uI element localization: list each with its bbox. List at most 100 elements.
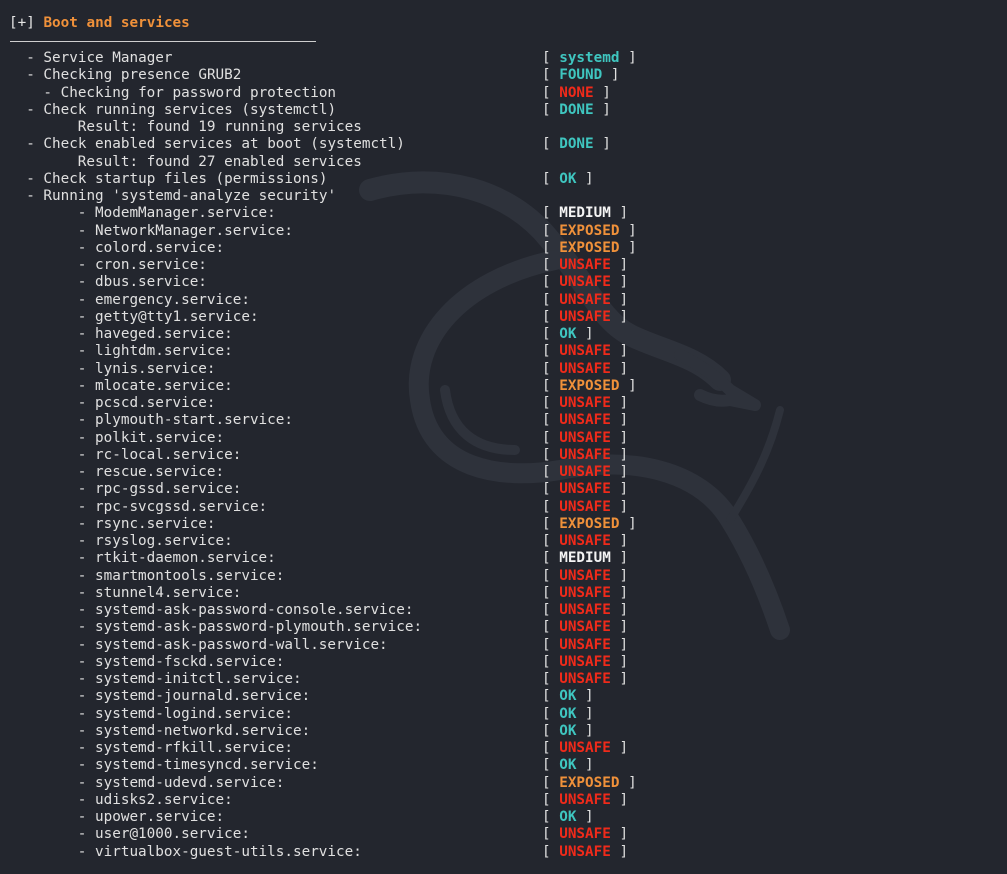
audit-row-label: - getty@tty1.service:	[77, 308, 259, 325]
audit-row-status: [ OK ]	[542, 757, 594, 774]
status-close-bracket: ]	[576, 722, 594, 739]
audit-row-status: [ UNSAFE ]	[542, 499, 628, 516]
audit-row: - systemd-timesyncd.service: [ OK ]	[0, 757, 1007, 774]
audit-row-label: Result: found 19 running services	[77, 119, 362, 135]
audit-row-label: - smartmontools.service:	[77, 567, 285, 584]
status-close-bracket: ]	[610, 498, 629, 515]
audit-row-status: [ UNSAFE ]	[542, 740, 628, 757]
status-open-bracket: [	[542, 326, 560, 342]
status-open-bracket: [	[542, 360, 560, 377]
audit-row-label: - systemd-initctl.service:	[77, 671, 302, 687]
audit-row-label: - systemd-journald.service:	[77, 688, 311, 705]
status-open-bracket: [	[542, 533, 560, 549]
status-close-bracket: ]	[602, 67, 620, 84]
audit-row-label: - systemd-fsckd.service:	[77, 653, 285, 670]
audit-row: - rpc-svcgssd.service: [ UNSAFE ]	[0, 499, 1007, 516]
status-close-bracket: ]	[619, 515, 637, 532]
status-open-bracket: [	[542, 343, 560, 360]
status-close-bracket: ]	[610, 308, 629, 325]
status-badge: UNSAFE	[559, 791, 611, 808]
status-close-bracket: ]	[619, 239, 637, 256]
audit-row-label: - Service Manager	[26, 50, 173, 66]
status-close-bracket: ]	[576, 757, 594, 774]
status-open-bracket: [	[542, 205, 560, 222]
audit-row-label: - virtualbox-guest-utils.service:	[77, 843, 362, 860]
audit-row: - systemd-ask-password-wall.service: [ UN…	[0, 637, 1007, 654]
status-badge: UNSAFE	[559, 602, 611, 618]
status-open-bracket: [	[542, 843, 560, 860]
status-close-bracket: ]	[610, 671, 629, 687]
status-close-bracket: ]	[610, 791, 629, 808]
audit-row: - pcscd.service: [ UNSAFE ]	[0, 395, 1007, 412]
audit-row: - Check enabled services at boot (system…	[0, 136, 1007, 153]
audit-row: - cron.service: [ UNSAFE ]	[0, 257, 1007, 274]
status-badge: MEDIUM	[559, 205, 611, 222]
audit-row: Result: found 19 running services	[0, 119, 1007, 136]
status-close-bracket: ]	[610, 274, 629, 291]
audit-row: - stunnel4.service: [ UNSAFE ]	[0, 585, 1007, 602]
audit-row: - rsyslog.service: [ UNSAFE ]	[0, 533, 1007, 550]
status-open-bracket: [	[542, 50, 560, 66]
status-badge: UNSAFE	[559, 257, 611, 273]
audit-row: - Check startup files (permissions) [ OK …	[0, 171, 1007, 188]
audit-row-status: [ UNSAFE ]	[542, 361, 628, 378]
audit-row: - colord.service: [ EXPOSED ]	[0, 240, 1007, 257]
status-open-bracket: [	[542, 498, 560, 515]
status-badge: UNSAFE	[559, 464, 611, 480]
status-open-bracket: [	[542, 636, 560, 653]
audit-row-status: [ UNSAFE ]	[542, 395, 628, 412]
status-open-bracket: [	[542, 464, 560, 480]
status-close-bracket: ]	[610, 395, 629, 411]
audit-row-status: [ UNSAFE ]	[542, 533, 628, 550]
status-close-bracket: ]	[576, 170, 594, 187]
status-open-bracket: [	[542, 809, 560, 825]
audit-row-status: [ EXPOSED ]	[542, 223, 637, 240]
audit-row-label: - pcscd.service:	[77, 395, 216, 411]
audit-row: - rc-local.service: [ UNSAFE ]	[0, 447, 1007, 464]
audit-row-label: - Check startup files (permissions)	[26, 170, 328, 187]
status-badge: MEDIUM	[559, 550, 611, 567]
audit-row: - systemd-logind.service: [ OK ]	[0, 706, 1007, 723]
audit-row-status: [ UNSAFE ]	[542, 430, 628, 447]
audit-row: - plymouth-start.service: [ UNSAFE ]	[0, 412, 1007, 429]
audit-row: Result: found 27 enabled services	[0, 154, 1007, 171]
audit-row-status: [ UNSAFE ]	[542, 292, 628, 309]
status-close-bracket: ]	[610, 584, 629, 601]
status-open-bracket: [	[542, 377, 560, 394]
section-prefix: [+]	[9, 15, 35, 31]
audit-row-label: - systemd-logind.service:	[77, 705, 293, 722]
audit-row-label: - rpc-svcgssd.service:	[77, 498, 268, 515]
status-close-bracket: ]	[593, 84, 611, 101]
audit-row-label: - lynis.service:	[77, 360, 216, 377]
audit-row-label: Result: found 27 enabled services	[77, 153, 362, 170]
terminal-output: [+] Boot and services - Service Manager […	[0, 0, 1007, 874]
status-badge: DONE	[559, 101, 594, 118]
audit-row-status: [ EXPOSED ]	[542, 775, 637, 792]
audit-row: - systemd-udevd.service: [ EXPOSED ]	[0, 775, 1007, 792]
status-badge: UNSAFE	[559, 308, 611, 325]
status-badge: UNSAFE	[559, 584, 611, 601]
audit-row-label: - rtkit-daemon.service:	[77, 550, 276, 567]
status-badge: UNSAFE	[559, 291, 611, 308]
status-open-bracket: [	[542, 291, 560, 308]
audit-row: - virtualbox-guest-utils.service: [ UNSAF…	[0, 844, 1007, 861]
section-header: [+] Boot and services	[9, 14, 190, 32]
status-badge: OK	[559, 170, 577, 187]
audit-row-label: - rsyslog.service:	[77, 533, 233, 549]
status-close-bracket: ]	[576, 688, 594, 705]
status-open-bracket: [	[542, 308, 560, 325]
audit-row: - ModemManager.service: [ MEDIUM ]	[0, 205, 1007, 222]
status-close-bracket: ]	[610, 360, 629, 377]
status-badge: UNSAFE	[559, 567, 611, 584]
status-badge: UNSAFE	[559, 481, 611, 498]
status-close-bracket: ]	[610, 636, 629, 653]
audit-row: - systemd-ask-password-plymouth.service:…	[0, 619, 1007, 636]
audit-row-label: - systemd-ask-password-plymouth.service:	[77, 619, 423, 636]
status-close-bracket: ]	[610, 291, 629, 308]
status-badge: EXPOSED	[559, 222, 620, 239]
status-close-bracket: ]	[610, 446, 629, 463]
status-badge: UNSAFE	[559, 636, 611, 653]
audit-row-label: - systemd-ask-password-console.service:	[77, 602, 414, 618]
status-open-bracket: [	[542, 446, 560, 463]
audit-row-label: - rsync.service:	[77, 515, 216, 532]
